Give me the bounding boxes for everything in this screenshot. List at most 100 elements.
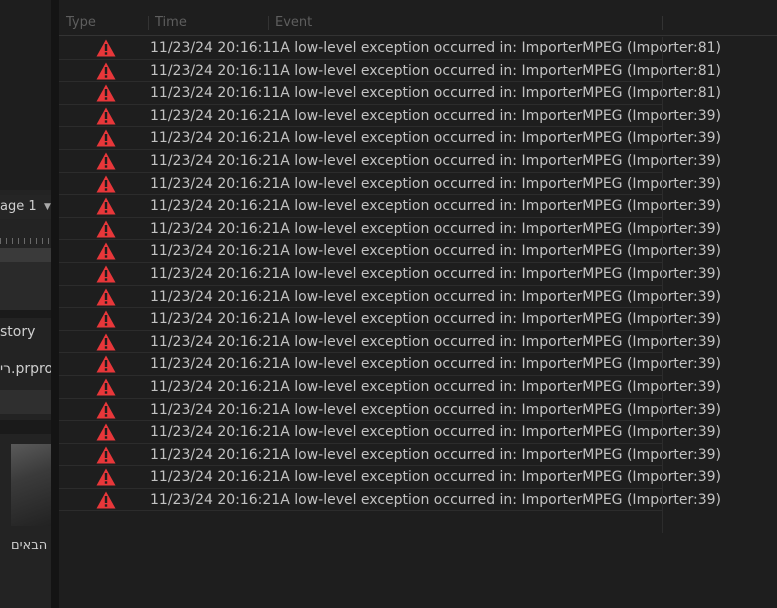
event-text: 11/23/24 20:16:11A low-level exception o… <box>150 37 721 59</box>
column-divider[interactable] <box>268 16 269 30</box>
event-text: 11/23/24 20:16:21A low-level exception o… <box>150 489 721 511</box>
event-text: 11/23/24 20:16:21A low-level exception o… <box>150 127 721 149</box>
table-row[interactable]: 11/23/24 20:16:21A low-level exception o… <box>59 444 721 467</box>
event-message: low-level exception occurred in: Importe… <box>294 243 722 260</box>
warning-triangle-icon <box>96 107 116 125</box>
warning-triangle-icon <box>96 310 116 328</box>
event-time: 11/23/24 20:16:21A <box>150 175 290 192</box>
tab-history[interactable]: story <box>0 324 35 340</box>
clip-thumbnail[interactable] <box>11 444 51 526</box>
event-time: 11/23/24 20:16:21A <box>150 311 290 328</box>
event-text: 11/23/24 20:16:21A low-level exception o… <box>150 376 721 398</box>
warning-triangle-icon <box>96 175 116 193</box>
event-time: 11/23/24 20:16:21A <box>150 265 290 282</box>
panel-divider[interactable] <box>51 0 59 608</box>
table-row[interactable]: 11/23/24 20:16:21A low-level exception o… <box>59 240 721 263</box>
event-time: 11/23/24 20:16:11A <box>150 62 290 79</box>
event-message: low-level exception occurred in: Importe… <box>294 62 722 79</box>
search-bar[interactable] <box>0 390 51 414</box>
table-row[interactable]: 11/23/24 20:16:21A low-level exception o… <box>59 218 721 241</box>
warning-triangle-icon <box>96 84 116 102</box>
event-message: low-level exception occurred in: Importe… <box>294 424 722 441</box>
event-time: 11/23/24 20:16:21A <box>150 220 290 237</box>
event-message: low-level exception occurred in: Importe… <box>294 401 722 418</box>
column-divider[interactable] <box>662 16 663 30</box>
event-message: low-level exception occurred in: Importe… <box>294 491 722 508</box>
event-time: 11/23/24 20:16:11A <box>150 85 290 102</box>
event-message: low-level exception occurred in: Importe… <box>294 288 722 305</box>
event-message: low-level exception occurred in: Importe… <box>294 378 722 395</box>
event-time: 11/23/24 20:16:21A <box>150 424 290 441</box>
event-text: 11/23/24 20:16:21A low-level exception o… <box>150 263 721 285</box>
column-divider <box>662 37 663 533</box>
table-row[interactable]: 11/23/24 20:16:21A low-level exception o… <box>59 127 721 150</box>
project-file-name: רי.prpro <box>0 361 51 377</box>
table-row[interactable]: 11/23/24 20:16:21A low-level exception o… <box>59 421 721 444</box>
timeline-area <box>0 262 51 310</box>
table-row[interactable]: 11/23/24 20:16:21A low-level exception o… <box>59 195 721 218</box>
panel-separator <box>0 420 51 434</box>
event-message: low-level exception occurred in: Importe… <box>294 265 722 282</box>
event-message: low-level exception occurred in: Importe… <box>294 85 722 102</box>
warning-triangle-icon <box>96 288 116 306</box>
event-text: 11/23/24 20:16:21A low-level exception o… <box>150 286 721 308</box>
table-row[interactable]: 11/23/24 20:16:11A low-level exception o… <box>59 37 721 60</box>
event-text: 11/23/24 20:16:21A low-level exception o… <box>150 466 721 488</box>
table-row[interactable]: 11/23/24 20:16:21A low-level exception o… <box>59 308 721 331</box>
event-text: 11/23/24 20:16:21A low-level exception o… <box>150 308 721 330</box>
table-row[interactable]: 11/23/24 20:16:21A low-level exception o… <box>59 150 721 173</box>
panel-background <box>0 0 51 190</box>
table-row[interactable]: 11/23/24 20:16:21A low-level exception o… <box>59 466 721 489</box>
event-text: 11/23/24 20:16:21A low-level exception o… <box>150 421 721 443</box>
event-message: low-level exception occurred in: Importe… <box>294 311 722 328</box>
event-text: 11/23/24 20:16:11A low-level exception o… <box>150 60 721 82</box>
timeline-ruler[interactable] <box>0 232 51 246</box>
column-header-time[interactable]: Time <box>155 11 187 35</box>
sequence-dropdown[interactable]: age 1 ▼ <box>0 195 51 219</box>
warning-triangle-icon <box>96 468 116 486</box>
event-message: low-level exception occurred in: Importe… <box>294 152 722 169</box>
warning-triangle-icon <box>96 62 116 80</box>
table-row[interactable]: 11/23/24 20:16:21A low-level exception o… <box>59 263 721 286</box>
table-row[interactable]: 11/23/24 20:16:21A low-level exception o… <box>59 331 721 354</box>
warning-triangle-icon <box>96 220 116 238</box>
warning-triangle-icon <box>96 423 116 441</box>
event-text: 11/23/24 20:16:21A low-level exception o… <box>150 173 721 195</box>
column-header-event[interactable]: Event <box>275 11 312 35</box>
panel-separator <box>0 310 51 318</box>
event-text: 11/23/24 20:16:21A low-level exception o… <box>150 218 721 240</box>
event-time: 11/23/24 20:16:21A <box>150 288 290 305</box>
event-message: low-level exception occurred in: Importe… <box>294 130 722 147</box>
table-row[interactable]: 11/23/24 20:16:21A low-level exception o… <box>59 376 721 399</box>
events-table-header: Type Time Event <box>59 11 777 36</box>
table-row[interactable]: 11/23/24 20:16:11A low-level exception o… <box>59 82 721 105</box>
event-text: 11/23/24 20:16:21A low-level exception o… <box>150 331 721 353</box>
table-row[interactable]: 11/23/24 20:16:21A low-level exception o… <box>59 173 721 196</box>
events-panel: Type Time Event 11/23/24 20:16:11A low-l… <box>59 0 777 608</box>
event-text: 11/23/24 20:16:11A low-level exception o… <box>150 82 721 104</box>
event-text: 11/23/24 20:16:21A low-level exception o… <box>150 240 721 262</box>
event-message: low-level exception occurred in: Importe… <box>294 198 722 215</box>
table-row[interactable]: 11/23/24 20:16:21A low-level exception o… <box>59 489 721 512</box>
chevron-down-icon: ▼ <box>44 202 51 212</box>
event-time: 11/23/24 20:16:11A <box>150 40 290 56</box>
table-row[interactable]: 11/23/24 20:16:11A low-level exception o… <box>59 60 721 83</box>
event-text: 11/23/24 20:16:21A low-level exception o… <box>150 399 721 421</box>
event-time: 11/23/24 20:16:21A <box>150 243 290 260</box>
warning-triangle-icon <box>96 129 116 147</box>
event-text: 11/23/24 20:16:21A low-level exception o… <box>150 353 721 375</box>
event-time: 11/23/24 20:16:21A <box>150 130 290 147</box>
event-time: 11/23/24 20:16:21A <box>150 446 290 463</box>
event-time: 11/23/24 20:16:21A <box>150 401 290 418</box>
warning-triangle-icon <box>96 333 116 351</box>
table-row[interactable]: 11/23/24 20:16:21A low-level exception o… <box>59 353 721 376</box>
column-header-type[interactable]: Type <box>66 11 96 35</box>
table-row[interactable]: 11/23/24 20:16:21A low-level exception o… <box>59 399 721 422</box>
table-row[interactable]: 11/23/24 20:16:21A low-level exception o… <box>59 286 721 309</box>
event-message: low-level exception occurred in: Importe… <box>294 446 722 463</box>
column-divider[interactable] <box>148 16 149 30</box>
warning-triangle-icon <box>96 242 116 260</box>
warning-triangle-icon <box>96 152 116 170</box>
table-row[interactable]: 11/23/24 20:16:21A low-level exception o… <box>59 105 721 128</box>
event-text: 11/23/24 20:16:21A low-level exception o… <box>150 195 721 217</box>
